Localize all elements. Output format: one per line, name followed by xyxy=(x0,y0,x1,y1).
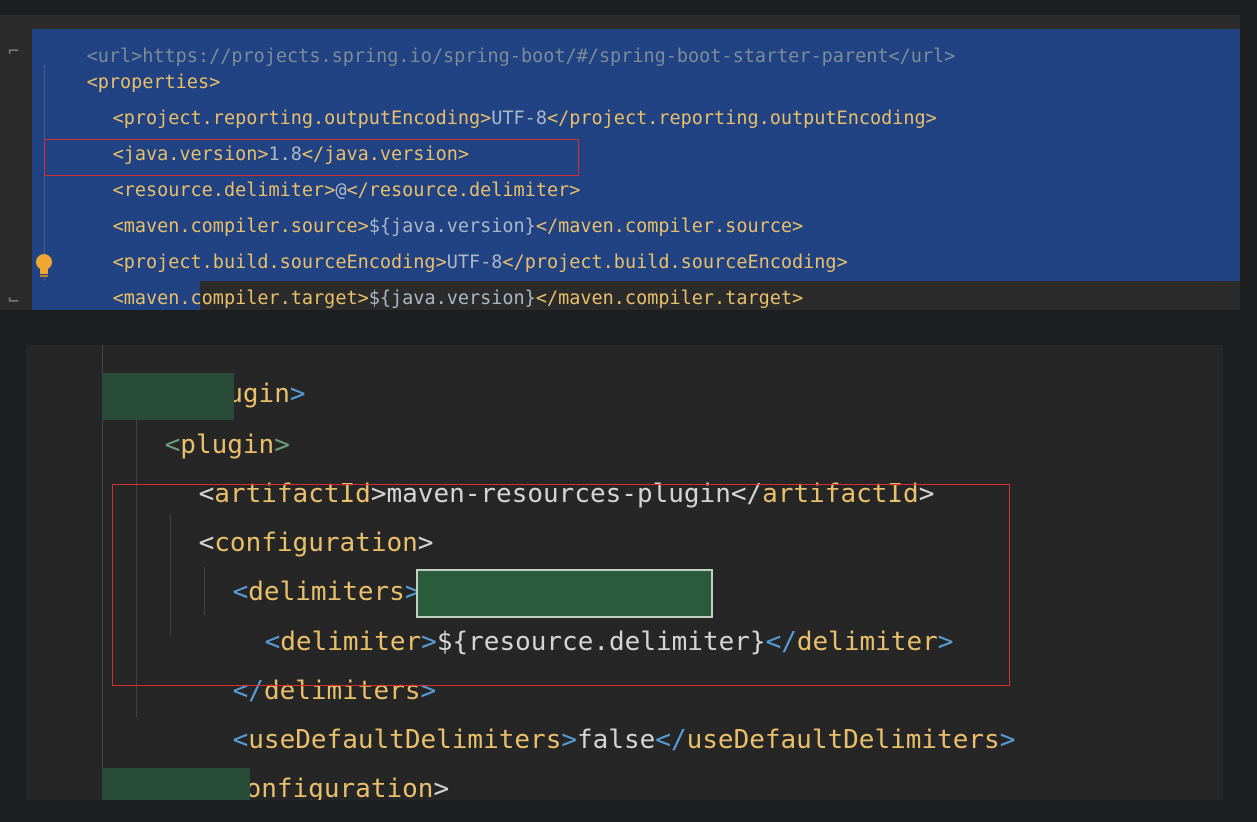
intellij-editor-panel: <url>https://projects.spring.io/spring-b… xyxy=(0,15,1240,310)
plugin-open-line[interactable]: <plugin> xyxy=(102,372,290,460)
artifact-line[interactable]: <artifactId>maven-resources-plugin</arti… xyxy=(136,421,935,509)
fold-icon[interactable]: ⌐ xyxy=(8,41,19,62)
code-line[interactable]: <java.version>1.8</java.version> xyxy=(68,101,469,165)
code-line[interactable]: <maven.compiler.target>${java.version}</… xyxy=(68,245,804,309)
properties-open-line[interactable]: <properties> xyxy=(42,29,221,93)
fold-icon[interactable]: ⌙ xyxy=(8,289,19,310)
configuration-close-line[interactable]: </configuration> xyxy=(136,716,449,800)
lightbulb-icon[interactable] xyxy=(34,253,54,279)
highlight-box xyxy=(112,484,1010,686)
vscode-editor-panel: </plugin> <plugin> <artifactId>maven-res… xyxy=(26,345,1223,800)
code-line[interactable]: <maven.compiler.source>${java.version}</… xyxy=(68,173,804,237)
code-line[interactable]: <project.reporting.outputEncoding>UTF-8<… xyxy=(68,65,937,129)
use-default-line[interactable]: <useDefaultDelimiters>false</useDefaultD… xyxy=(170,667,1016,755)
plugin-close-line[interactable]: </plugin> xyxy=(102,765,306,800)
code-line[interactable]: <project.build.sourceEncoding>UTF-8</pro… xyxy=(68,209,848,273)
properties-close-line[interactable]: </properties> xyxy=(42,281,231,310)
highlight-box xyxy=(44,139,579,176)
plugin-close-line-prev[interactable]: </plugin> xyxy=(102,345,306,409)
